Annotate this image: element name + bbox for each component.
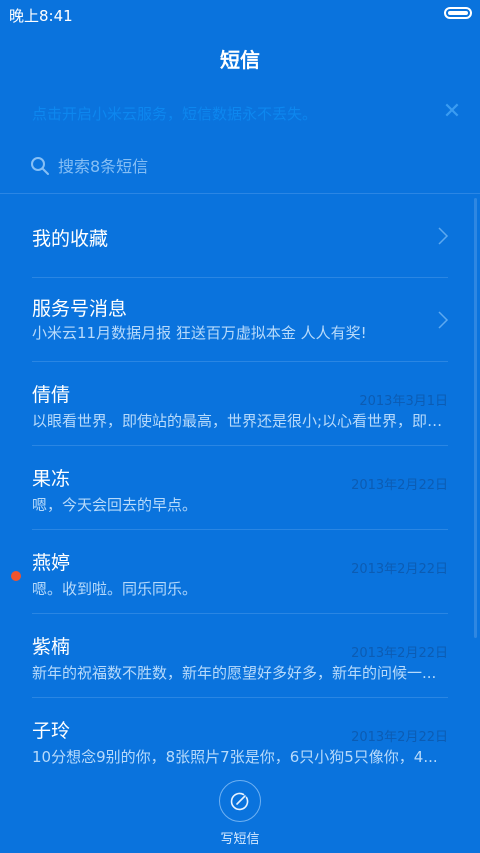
conversation-item[interactable]: 燕婷 2013年2月22日 嗯。收到啦。同乐同乐。	[0, 530, 480, 614]
cloud-service-banner[interactable]: 点击开启小米云服务，短信数据永不丢失。 ✕	[0, 98, 480, 130]
contact-name: 果冻	[32, 468, 71, 490]
service-name: 服务号消息	[32, 298, 128, 320]
contact-name: 子玲	[32, 720, 71, 742]
message-date: 2013年2月22日	[351, 730, 448, 745]
favorites-label: 我的收藏	[32, 228, 109, 250]
compose-area: 写短信	[0, 778, 480, 853]
contact-name: 倩倩	[32, 384, 71, 406]
conversation-item[interactable]: 子玲 2013年2月22日 10分想念9别的你，8张照片7张是你，6只小狗5只像…	[0, 698, 480, 782]
compose-button[interactable]	[219, 780, 261, 822]
scrollbar[interactable]	[474, 198, 477, 638]
message-preview: 10分想念9别的你，8张照片7张是你，6只小狗5只像你，4...	[32, 748, 438, 766]
message-preview: 新年的祝福数不胜数，新年的愿望好多好多，新年的问候一...	[32, 664, 437, 682]
page-title: 短信	[220, 48, 260, 72]
message-preview: 嗯。收到啦。同乐同乐。	[32, 580, 198, 598]
conversation-item[interactable]: 紫楠 2013年2月22日 新年的祝福数不胜数，新年的愿望好多好多，新年的问候一…	[0, 614, 480, 698]
close-icon[interactable]: ✕	[440, 100, 464, 124]
service-messages-item[interactable]: 服务号消息 小米云11月数据月报 狂送百万虚拟本金 人人有奖!	[0, 278, 480, 362]
chevron-right-icon	[438, 311, 449, 329]
message-date: 2013年3月1日	[359, 394, 448, 409]
contact-name: 燕婷	[32, 552, 71, 574]
search-input[interactable]	[58, 153, 438, 179]
message-date: 2013年2月22日	[351, 562, 448, 577]
search-icon	[31, 157, 49, 175]
favorites-item[interactable]: 我的收藏	[0, 194, 480, 278]
banner-text[interactable]: 点击开启小米云服务，短信数据永不丢失。	[32, 103, 317, 124]
conversation-item[interactable]: 倩倩 2013年3月1日 以眼看世界，即使站的最高，世界还是很小;以心看世界，即…	[0, 362, 480, 446]
message-date: 2013年2月22日	[351, 646, 448, 661]
message-date: 2013年2月22日	[351, 478, 448, 493]
search-bar[interactable]	[30, 150, 450, 182]
contact-name: 紫楠	[32, 636, 71, 658]
battery-icon	[444, 7, 472, 19]
status-bar: 晚上8:41	[0, 0, 480, 28]
unread-dot	[11, 571, 21, 581]
pencil-icon	[230, 792, 249, 811]
chevron-right-icon	[438, 227, 449, 245]
compose-label[interactable]: 写短信	[0, 828, 480, 847]
message-preview: 嗯，今天会回去的早点。	[32, 496, 198, 514]
service-preview: 小米云11月数据月报 狂送百万虚拟本金 人人有奖!	[32, 324, 367, 342]
message-preview: 以眼看世界，即使站的最高，世界还是很小;以心看世界，即使...	[32, 412, 448, 430]
conversation-list: 我的收藏 服务号消息 小米云11月数据月报 狂送百万虚拟本金 人人有奖! 倩倩 …	[0, 194, 480, 782]
status-time: 晚上8:41	[9, 7, 73, 25]
conversation-item[interactable]: 果冻 2013年2月22日 嗯，今天会回去的早点。	[0, 446, 480, 530]
